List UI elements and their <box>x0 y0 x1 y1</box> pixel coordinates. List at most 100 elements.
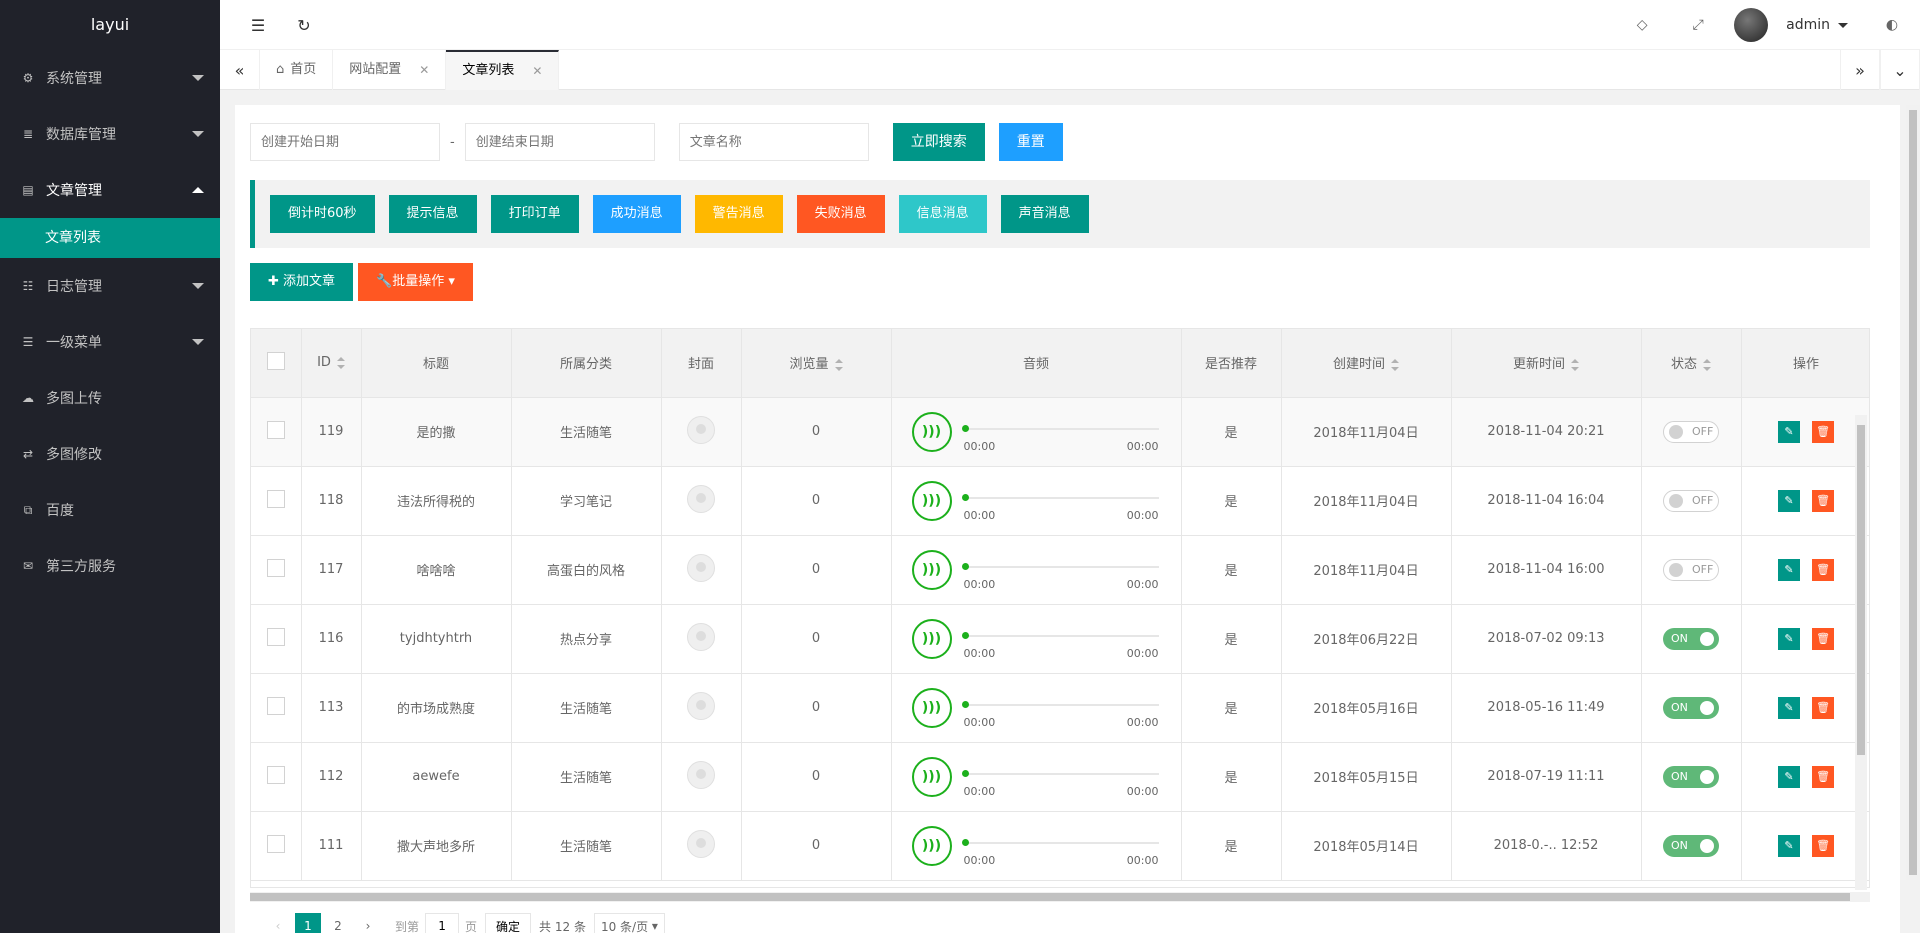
page-number-input[interactable] <box>425 913 460 933</box>
audio-progress-bar[interactable] <box>963 841 1159 844</box>
message-button-1[interactable]: 提示信息 <box>388 195 477 233</box>
audio-progress-handle[interactable] <box>961 562 969 570</box>
message-button-0[interactable]: 倒计时60秒 <box>270 195 375 233</box>
sidebar-item-3[interactable]: ☷ 日志管理 <box>0 258 220 314</box>
per-page-select[interactable]: 10 条/页 ▾ <box>593 913 665 933</box>
message-button-7[interactable]: 声音消息 <box>1000 195 1089 233</box>
table-row[interactable]: 111 撒大声地多所 生活随笔 0 ))) 00:00 00:00 是 2018… <box>251 811 1869 881</box>
trash-icon[interactable]: 🗑 <box>1812 765 1835 788</box>
audio-progress-bar[interactable] <box>963 703 1159 706</box>
audio-progress-bar[interactable] <box>963 772 1159 775</box>
audio-progress-bar[interactable] <box>963 427 1159 430</box>
row-checkbox[interactable] <box>266 765 285 784</box>
trash-icon[interactable]: 🗑 <box>1812 420 1835 443</box>
audio-play-icon[interactable]: ))) <box>911 825 952 866</box>
start-date-input[interactable] <box>250 123 440 161</box>
header-created[interactable]: 创建时间 <box>1281 329 1452 398</box>
message-button-4[interactable]: 警告消息 <box>694 195 783 233</box>
page-1[interactable]: 1 <box>295 913 321 933</box>
row-checkbox[interactable] <box>266 420 285 439</box>
sidebar-item-2[interactable]: ▤ 文章管理 <box>0 162 220 218</box>
next-page-icon[interactable]: › <box>355 913 381 933</box>
scrollbar-thumb[interactable] <box>250 893 1850 901</box>
status-switch[interactable]: OFF <box>1663 558 1719 581</box>
sidebar-item-5[interactable]: ☁ 多图上传 <box>0 370 220 426</box>
table-row[interactable]: 116 tyjdhtyhtrh 热点分享 0 ))) 00:00 00:00 是… <box>251 604 1869 674</box>
audio-play-icon[interactable]: ))) <box>911 549 952 590</box>
audio-play-icon[interactable]: ))) <box>911 756 952 797</box>
scrollbar-thumb[interactable] <box>1857 425 1865 755</box>
audio-progress-bar[interactable] <box>963 565 1159 568</box>
tab-article-list[interactable]: 文章列表 ✕ <box>446 50 560 90</box>
table-row[interactable]: 112 aewefe 生活随笔 0 ))) 00:00 00:00 是 2018… <box>251 742 1869 812</box>
audio-progress-handle[interactable] <box>961 700 969 708</box>
audio-track[interactable]: 00:00 00:00 <box>961 688 1159 729</box>
sort-icon[interactable] <box>834 358 843 371</box>
fullscreen-icon[interactable]: ⤢ <box>1686 13 1710 37</box>
tabs-next-icon[interactable]: » <box>1840 50 1880 90</box>
sort-icon[interactable] <box>336 356 345 369</box>
refresh-icon[interactable]: ↻ <box>294 15 314 35</box>
audio-progress-handle[interactable] <box>961 424 969 432</box>
audio-progress-handle[interactable] <box>961 493 969 501</box>
message-button-3[interactable]: 成功消息 <box>592 195 681 233</box>
sidebar-item-1[interactable]: ≣ 数据库管理 <box>0 106 220 162</box>
sidebar-item-0[interactable]: ⚙ 系统管理 <box>0 50 220 106</box>
table-horizontal-scrollbar[interactable] <box>250 892 1870 902</box>
cover-thumbnail[interactable] <box>687 553 715 582</box>
table-row[interactable]: 117 啥啥啥 高蛋白的风格 0 ))) 00:00 00:00 是 2018年… <box>251 535 1869 605</box>
page-confirm-button[interactable]: 确定 <box>485 913 532 933</box>
edit-icon[interactable]: ✎ <box>1777 489 1800 512</box>
edit-icon[interactable]: ✎ <box>1777 696 1800 719</box>
sidebar-item-7[interactable]: ⧉ 百度 <box>0 482 220 538</box>
page-2[interactable]: 2 <box>325 913 351 933</box>
row-checkbox[interactable] <box>266 489 285 508</box>
sort-icon[interactable] <box>1571 358 1579 371</box>
add-article-button[interactable]: ✚ 添加文章 <box>250 263 354 301</box>
edit-icon[interactable]: ✎ <box>1777 558 1800 581</box>
cover-thumbnail[interactable] <box>687 760 715 789</box>
tab-site-config[interactable]: 网站配置 ✕ <box>333 50 447 90</box>
search-button[interactable]: 立即搜索 <box>892 123 985 161</box>
table-vertical-scrollbar[interactable] <box>1855 415 1867 890</box>
sort-icon[interactable] <box>1391 358 1399 371</box>
message-button-2[interactable]: 打印订单 <box>490 195 579 233</box>
prev-page-icon[interactable]: ‹ <box>265 913 291 933</box>
status-switch[interactable]: OFF <box>1663 489 1719 512</box>
status-switch[interactable]: OFF <box>1663 420 1719 443</box>
cover-thumbnail[interactable] <box>687 829 715 858</box>
audio-track[interactable]: 00:00 00:00 <box>961 481 1159 522</box>
audio-progress-bar[interactable] <box>963 634 1159 637</box>
audio-track[interactable]: 00:00 00:00 <box>961 412 1159 453</box>
sidebar-item-8[interactable]: ✉ 第三方服务 <box>0 538 220 594</box>
trash-icon[interactable]: 🗑 <box>1812 558 1835 581</box>
audio-track[interactable]: 00:00 00:00 <box>961 826 1159 867</box>
menu-toggle-icon[interactable]: ☰ <box>248 15 268 35</box>
row-checkbox[interactable] <box>266 558 285 577</box>
article-name-input[interactable] <box>678 123 869 161</box>
row-checkbox[interactable] <box>266 627 285 646</box>
audio-play-icon[interactable]: ))) <box>911 687 952 728</box>
row-checkbox[interactable] <box>266 696 285 715</box>
trash-icon[interactable]: 🗑 <box>1812 696 1835 719</box>
tabs-menu-icon[interactable]: ⌄ <box>1880 50 1920 90</box>
audio-progress-handle[interactable] <box>961 838 969 846</box>
status-switch[interactable]: ON <box>1663 627 1719 650</box>
cover-thumbnail[interactable] <box>687 691 715 720</box>
cover-thumbnail[interactable] <box>687 415 715 444</box>
audio-progress-bar[interactable] <box>963 496 1159 499</box>
trash-icon[interactable]: 🗑 <box>1812 834 1835 857</box>
sort-icon[interactable] <box>1703 358 1711 371</box>
edit-icon[interactable]: ✎ <box>1777 420 1800 443</box>
audio-track[interactable]: 00:00 00:00 <box>961 757 1159 798</box>
page-scrollbar[interactable] <box>1906 105 1920 880</box>
edit-icon[interactable]: ✎ <box>1777 834 1800 857</box>
select-all-checkbox[interactable] <box>266 351 285 370</box>
trash-icon[interactable]: 🗑 <box>1812 627 1835 650</box>
sidebar-item-6[interactable]: ⇄ 多图修改 <box>0 426 220 482</box>
message-button-6[interactable]: 信息消息 <box>898 195 987 233</box>
audio-play-icon[interactable]: ))) <box>911 618 952 659</box>
table-row[interactable]: 119 是的撒 生活随笔 0 ))) 00:00 00:00 是 2018年11… <box>251 397 1869 467</box>
tab-home[interactable]: ⌂ 首页 <box>260 50 334 90</box>
trash-icon[interactable]: 🗑 <box>1812 489 1835 512</box>
